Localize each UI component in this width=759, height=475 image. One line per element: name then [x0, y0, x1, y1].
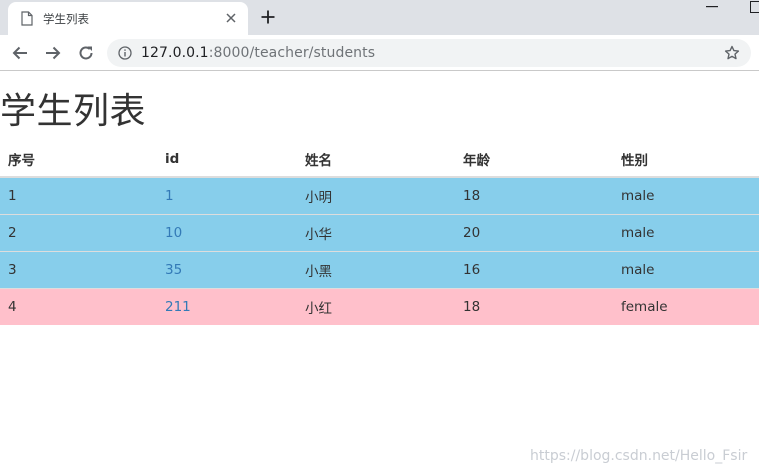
cell-name: 小黑	[297, 250, 455, 288]
url-text[interactable]: 127.0.0.1:8000/teacher/students	[141, 45, 375, 61]
plus-icon[interactable]	[260, 9, 276, 25]
cell-id: 211	[157, 287, 297, 325]
page-title: 学生列表	[0, 91, 147, 132]
cell-id: 10	[157, 213, 297, 251]
header-age: 年龄	[455, 141, 613, 178]
cell-id: 1	[157, 176, 297, 214]
table-row: 3 35 小黑 16 male	[0, 250, 759, 288]
header-name: 姓名	[297, 141, 455, 178]
cell-name: 小华	[297, 213, 455, 251]
header-id: id	[157, 141, 297, 178]
browser-toolbar: 127.0.0.1:8000/teacher/students	[0, 35, 759, 71]
url-path: :8000/teacher/students	[208, 45, 376, 61]
students-table: 序号 id 姓名 年龄 性别 1 1 小明 18 male 2 10 小华 20…	[0, 141, 759, 325]
page-content: 学生列表 序号 id 姓名 年龄 性别 1 1 小明 18 male 2 10 …	[0, 72, 759, 475]
cell-gender: male	[613, 176, 759, 214]
header-index: 序号	[0, 141, 157, 178]
tab-title: 学生列表	[43, 12, 89, 26]
cell-index: 4	[0, 287, 157, 325]
back-arrow-icon[interactable]	[11, 44, 29, 62]
cell-index: 1	[0, 176, 157, 214]
student-id-link[interactable]: 10	[165, 225, 182, 241]
cell-index: 2	[0, 213, 157, 251]
cell-gender: male	[613, 250, 759, 288]
cell-gender: male	[613, 213, 759, 251]
cell-age: 20	[455, 213, 613, 251]
table-row: 1 1 小明 18 male	[0, 176, 759, 214]
student-id-link[interactable]: 211	[165, 299, 191, 315]
browser-tab[interactable]: 学生列表	[8, 2, 248, 35]
tab-strip: 学生列表	[0, 0, 759, 35]
info-icon[interactable]	[118, 46, 132, 60]
header-gender: 性别	[613, 141, 759, 178]
table-header-row: 序号 id 姓名 年龄 性别	[0, 141, 759, 178]
cell-id: 35	[157, 250, 297, 288]
table-row: 2 10 小华 20 male	[0, 213, 759, 251]
star-icon[interactable]	[724, 45, 740, 61]
student-id-link[interactable]: 35	[165, 262, 182, 278]
cell-index: 3	[0, 250, 157, 288]
address-bar[interactable]: 127.0.0.1:8000/teacher/students	[107, 39, 751, 67]
url-host: 127.0.0.1	[141, 45, 209, 61]
table-row: 4 211 小红 18 female	[0, 287, 759, 325]
cell-age: 18	[455, 176, 613, 214]
cell-name: 小明	[297, 176, 455, 214]
maximize-icon[interactable]	[750, 1, 759, 13]
close-icon[interactable]	[224, 11, 238, 25]
watermark: https://blog.csdn.net/Hello_Fsir	[530, 448, 748, 464]
student-id-link[interactable]: 1	[165, 188, 174, 204]
minimize-icon[interactable]	[706, 6, 718, 8]
cell-age: 16	[455, 250, 613, 288]
forward-arrow-icon[interactable]	[44, 44, 62, 62]
cell-name: 小红	[297, 287, 455, 325]
cell-age: 18	[455, 287, 613, 325]
page-icon	[21, 11, 33, 26]
reload-icon[interactable]	[77, 44, 95, 62]
cell-gender: female	[613, 287, 759, 325]
